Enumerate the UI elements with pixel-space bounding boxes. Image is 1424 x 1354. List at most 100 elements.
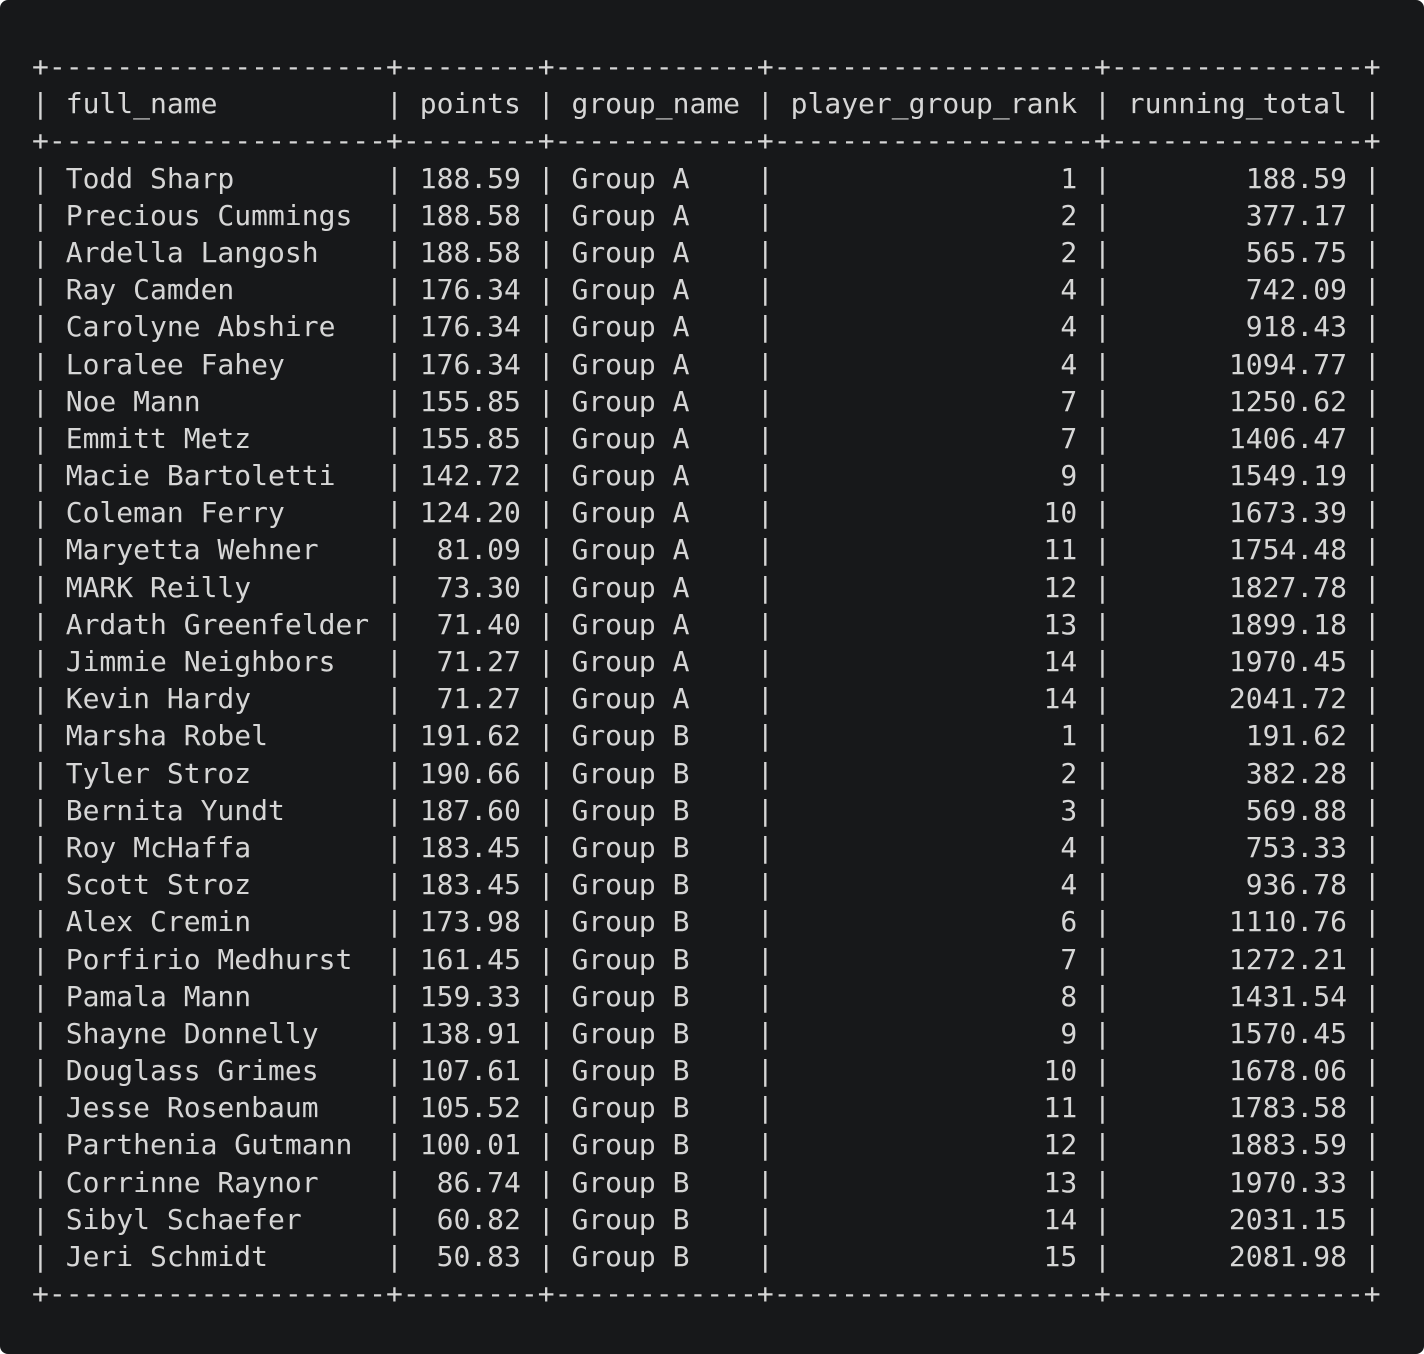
cell-group-name: Group A [571, 198, 741, 232]
cell-running-total: 1431.54 [1127, 979, 1347, 1013]
cell-group-name: Group A [571, 235, 741, 269]
cell-full-name: Todd Sharp [65, 161, 370, 195]
table-row: | MARK Reilly | 73.30 | Group A | 12 | 1… [32, 570, 1381, 604]
cell-full-name: Ardella Langosh [65, 235, 370, 269]
cell-full-name: Roy McHaffa [65, 830, 370, 864]
cell-points: 173.98 [419, 905, 521, 939]
cell-group-name: Group B [571, 1054, 741, 1088]
cell-running-total: 569.88 [1127, 793, 1347, 827]
table-row: | Emmitt Metz | 155.85 | Group A | 7 | 1… [32, 421, 1381, 455]
cell-player-group-rank: 8 [790, 979, 1078, 1013]
cell-group-name: Group A [571, 459, 741, 493]
cell-points: 71.40 [419, 607, 521, 641]
cell-running-total: 1110.76 [1127, 905, 1347, 939]
cell-full-name: Bernita Yundt [65, 793, 370, 827]
cell-player-group-rank: 2 [790, 198, 1078, 232]
cell-points: 60.82 [419, 1202, 521, 1236]
cell-running-total: 1970.45 [1127, 645, 1347, 678]
cell-full-name: Jimmie Neighbors [65, 645, 370, 678]
cell-full-name: Alex Cremin [65, 905, 370, 939]
cell-points: 124.20 [419, 496, 521, 530]
cell-full-name: Carolyne Abshire [65, 310, 370, 344]
cell-player-group-rank: 14 [790, 682, 1078, 716]
table-row: | Ray Camden | 176.34 | Group A | 4 | 74… [32, 273, 1381, 307]
cell-player-group-rank: 2 [790, 235, 1078, 269]
cell-points: 191.62 [419, 719, 521, 753]
cell-player-group-rank: 2 [790, 756, 1078, 790]
cell-running-total: 1549.19 [1127, 459, 1347, 493]
cell-running-total: 188.59 [1127, 161, 1347, 195]
cell-points: 155.85 [419, 384, 521, 418]
cell-player-group-rank: 13 [790, 1165, 1078, 1199]
cell-player-group-rank: 4 [790, 347, 1078, 381]
cell-player-group-rank: 15 [790, 1240, 1078, 1273]
cell-player-group-rank: 6 [790, 905, 1078, 939]
table-row: | Precious Cummings | 188.58 | Group A |… [32, 198, 1381, 232]
cell-group-name: Group B [571, 1240, 741, 1273]
cell-group-name: Group B [571, 1165, 741, 1199]
cell-points: 176.34 [419, 273, 521, 307]
column-header-running-total: running_total [1127, 87, 1347, 121]
cell-group-name: Group A [571, 645, 741, 678]
table-row: | Ardella Langosh | 188.58 | Group A | 2… [32, 235, 1381, 269]
cell-running-total: 2081.98 [1127, 1240, 1347, 1273]
table-row: | Jimmie Neighbors | 71.27 | Group A | 1… [32, 645, 1381, 678]
cell-points: 155.85 [419, 421, 521, 455]
cell-player-group-rank: 4 [790, 273, 1078, 307]
column-header-group-name: group_name [571, 87, 741, 121]
cell-full-name: Loralee Fahey [65, 347, 370, 381]
cell-running-total: 753.33 [1127, 830, 1347, 864]
cell-points: 71.27 [419, 645, 521, 678]
cell-player-group-rank: 3 [790, 793, 1078, 827]
cell-points: 188.59 [419, 161, 521, 195]
column-header-full-name: full_name [65, 87, 370, 121]
table-border-top: +--------------------+--------+---------… [32, 50, 1381, 83]
cell-points: 138.91 [419, 1016, 521, 1050]
cell-points: 161.45 [419, 942, 521, 976]
table-row: | Loralee Fahey | 176.34 | Group A | 4 |… [32, 347, 1381, 381]
cell-running-total: 2041.72 [1127, 682, 1347, 716]
table-row: | Noe Mann | 155.85 | Group A | 7 | 1250… [32, 384, 1381, 418]
table-row: | Tyler Stroz | 190.66 | Group B | 2 | 3… [32, 756, 1381, 790]
cell-full-name: Marsha Robel [65, 719, 370, 753]
cell-points: 86.74 [419, 1165, 521, 1199]
cell-full-name: MARK Reilly [65, 570, 370, 604]
cell-player-group-rank: 7 [790, 942, 1078, 976]
table-row: | Shayne Donnelly | 138.91 | Group B | 9… [32, 1016, 1381, 1050]
cell-player-group-rank: 13 [790, 607, 1078, 641]
cell-group-name: Group B [571, 793, 741, 827]
cell-full-name: Macie Bartoletti [65, 459, 370, 493]
cell-points: 159.33 [419, 979, 521, 1013]
cell-points: 176.34 [419, 310, 521, 344]
cell-running-total: 377.17 [1127, 198, 1347, 232]
cell-running-total: 1754.48 [1127, 533, 1347, 567]
table-row: | Macie Bartoletti | 142.72 | Group A | … [32, 459, 1381, 493]
cell-full-name: Ray Camden [65, 273, 370, 307]
cell-full-name: Porfirio Medhurst [65, 942, 370, 976]
cell-running-total: 918.43 [1127, 310, 1347, 344]
cell-group-name: Group B [571, 756, 741, 790]
table-row: | Parthenia Gutmann | 100.01 | Group B |… [32, 1128, 1381, 1162]
cell-player-group-rank: 7 [790, 421, 1078, 455]
cell-points: 73.30 [419, 570, 521, 604]
cell-player-group-rank: 4 [790, 310, 1078, 344]
table-row: | Douglass Grimes | 107.61 | Group B | 1… [32, 1054, 1381, 1088]
cell-player-group-rank: 12 [790, 1128, 1078, 1162]
terminal-window: +--------------------+--------+---------… [0, 0, 1424, 1354]
cell-points: 188.58 [419, 198, 521, 232]
cell-player-group-rank: 9 [790, 459, 1078, 493]
cell-group-name: Group B [571, 868, 741, 902]
query-result-table: +--------------------+--------+---------… [32, 48, 1381, 1312]
cell-points: 50.83 [419, 1240, 521, 1273]
cell-running-total: 565.75 [1127, 235, 1347, 269]
table-row: | Bernita Yundt | 187.60 | Group B | 3 |… [32, 793, 1381, 827]
cell-full-name: Ardath Greenfelder [65, 607, 370, 641]
cell-full-name: Corrinne Raynor [65, 1165, 370, 1199]
cell-player-group-rank: 11 [790, 1091, 1078, 1125]
cell-running-total: 1899.18 [1127, 607, 1347, 641]
cell-points: 187.60 [419, 793, 521, 827]
cell-running-total: 742.09 [1127, 273, 1347, 307]
cell-running-total: 1970.33 [1127, 1165, 1347, 1199]
column-header-player-group-rank: player_group_rank [790, 87, 1078, 121]
cell-group-name: Group A [571, 496, 741, 530]
